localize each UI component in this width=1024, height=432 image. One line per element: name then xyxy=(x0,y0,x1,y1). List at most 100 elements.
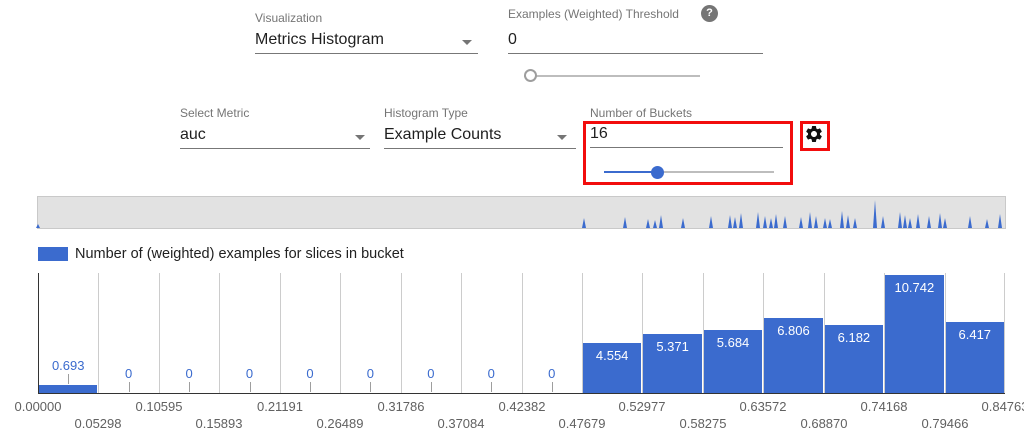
overview-spike xyxy=(828,219,832,228)
overview-spike xyxy=(774,214,778,228)
x-axis-tick-label: 0.84763 xyxy=(982,399,1024,414)
overview-spike xyxy=(646,219,650,228)
overview-spike xyxy=(36,224,40,228)
bar-value-label: 0 xyxy=(548,366,555,381)
annotation-stem xyxy=(431,382,432,392)
number-of-buckets-input[interactable]: 16 xyxy=(590,125,783,148)
buckets-slider-thumb[interactable] xyxy=(651,166,664,179)
overview-spike xyxy=(873,200,877,228)
overview-spike xyxy=(799,217,803,228)
chart-gridline xyxy=(280,273,281,393)
x-axis-tick-label: 0.63572 xyxy=(740,399,787,414)
bar-value-label: 6.182 xyxy=(838,330,871,345)
overview-spike xyxy=(938,213,942,228)
overview-spike xyxy=(709,216,713,228)
x-axis-tick-label: 0.10595 xyxy=(136,399,183,414)
bar-value-label: 0 xyxy=(125,366,132,381)
x-axis-tick-label: 0.00000 xyxy=(15,399,62,414)
histogram-type-label: Histogram Type xyxy=(384,106,468,120)
x-axis-tick-label: 0.26489 xyxy=(317,416,364,431)
x-axis-tick-label: 0.37084 xyxy=(438,416,485,431)
legend-swatch xyxy=(38,247,68,261)
chevron-down-icon[interactable] xyxy=(355,135,365,140)
bar-value-label: 0.693 xyxy=(52,358,85,373)
overview-spike xyxy=(808,212,812,228)
chart-gridline xyxy=(401,273,402,393)
x-axis-tick-label: 0.68870 xyxy=(801,416,848,431)
x-axis-tick-label: 0.58275 xyxy=(680,416,727,431)
chevron-down-icon[interactable] xyxy=(462,40,472,45)
annotation-stem xyxy=(552,382,553,392)
bar-value-label: 6.417 xyxy=(959,327,992,342)
bar-value-label: 4.554 xyxy=(596,348,629,363)
x-axis-tick-label: 0.05298 xyxy=(75,416,122,431)
visualization-dropdown[interactable]: Metrics Histogram xyxy=(255,31,478,54)
slices-overview-strip[interactable] xyxy=(37,196,1006,229)
threshold-slider-thumb[interactable] xyxy=(524,69,537,82)
overview-spike xyxy=(728,215,732,228)
overview-spike xyxy=(756,212,760,228)
select-metric-label: Select Metric xyxy=(180,106,249,120)
histogram-x-axis: 0.000000.052980.105950.158930.211910.264… xyxy=(38,399,1005,432)
x-axis-tick-label: 0.47679 xyxy=(559,416,606,431)
x-axis-tick-label: 0.21191 xyxy=(257,399,303,414)
bar-value-label: 0 xyxy=(306,366,313,381)
gear-icon[interactable] xyxy=(804,124,824,144)
number-of-buckets-label: Number of Buckets xyxy=(590,106,692,120)
histogram-bar[interactable] xyxy=(39,385,97,393)
threshold-slider-track[interactable] xyxy=(524,75,700,77)
x-axis-tick-label: 0.74168 xyxy=(861,399,908,414)
chart-gridline xyxy=(461,273,462,393)
overview-spike xyxy=(846,215,850,228)
bar-value-label: 6.806 xyxy=(777,323,810,338)
x-axis-tick-label: 0.52977 xyxy=(619,399,666,414)
overview-spike xyxy=(985,219,989,228)
overview-spike xyxy=(916,214,920,228)
annotation-stem xyxy=(189,382,190,392)
overview-spike xyxy=(623,217,627,228)
overview-spike xyxy=(968,216,972,228)
chart-legend: Number of (weighted) examples for slices… xyxy=(38,246,404,262)
annotation-stem xyxy=(370,382,371,392)
bar-value-label: 0 xyxy=(427,366,434,381)
overview-spike xyxy=(998,214,1002,228)
buckets-slider-fill xyxy=(604,171,657,173)
threshold-label: Examples (Weighted) Threshold xyxy=(508,7,679,21)
annotation-stem xyxy=(68,374,69,384)
help-icon[interactable]: ? xyxy=(701,5,718,22)
overview-spike xyxy=(908,218,912,228)
overview-spike xyxy=(739,213,743,228)
histogram-type-dropdown[interactable]: Example Counts xyxy=(384,126,576,149)
bar-value-label: 0 xyxy=(367,366,374,381)
select-metric-dropdown[interactable]: auc xyxy=(180,126,370,149)
threshold-slider[interactable] xyxy=(524,69,700,82)
chart-gridline xyxy=(219,273,220,393)
threshold-input[interactable]: 0 xyxy=(508,31,763,54)
chart-gridline xyxy=(1004,273,1005,393)
overview-spike xyxy=(881,216,885,228)
overview-spike xyxy=(814,216,818,228)
x-axis-tick-label: 0.15893 xyxy=(196,416,243,431)
overview-spike xyxy=(681,218,685,228)
annotation-stem xyxy=(310,382,311,392)
overview-spike xyxy=(783,216,787,228)
chevron-down-icon[interactable] xyxy=(557,135,567,140)
overview-spike xyxy=(840,211,844,228)
overview-spike xyxy=(927,216,931,228)
overview-spike xyxy=(659,215,663,228)
overview-spike xyxy=(943,218,947,228)
bar-value-label: 5.684 xyxy=(717,335,750,350)
buckets-slider[interactable] xyxy=(604,165,774,179)
annotation-stem xyxy=(250,382,251,392)
bar-value-label: 5.371 xyxy=(656,339,689,354)
overview-spike xyxy=(733,217,737,228)
y-axis-line xyxy=(38,273,39,393)
bar-value-label: 0 xyxy=(246,366,253,381)
bar-value-label: 0 xyxy=(488,366,495,381)
overview-spike xyxy=(823,218,827,228)
x-axis-tick-label: 0.42382 xyxy=(499,399,546,414)
overview-spike xyxy=(582,218,586,228)
overview-spike xyxy=(763,216,767,228)
overview-spike xyxy=(853,218,857,228)
chart-gridline xyxy=(522,273,523,393)
